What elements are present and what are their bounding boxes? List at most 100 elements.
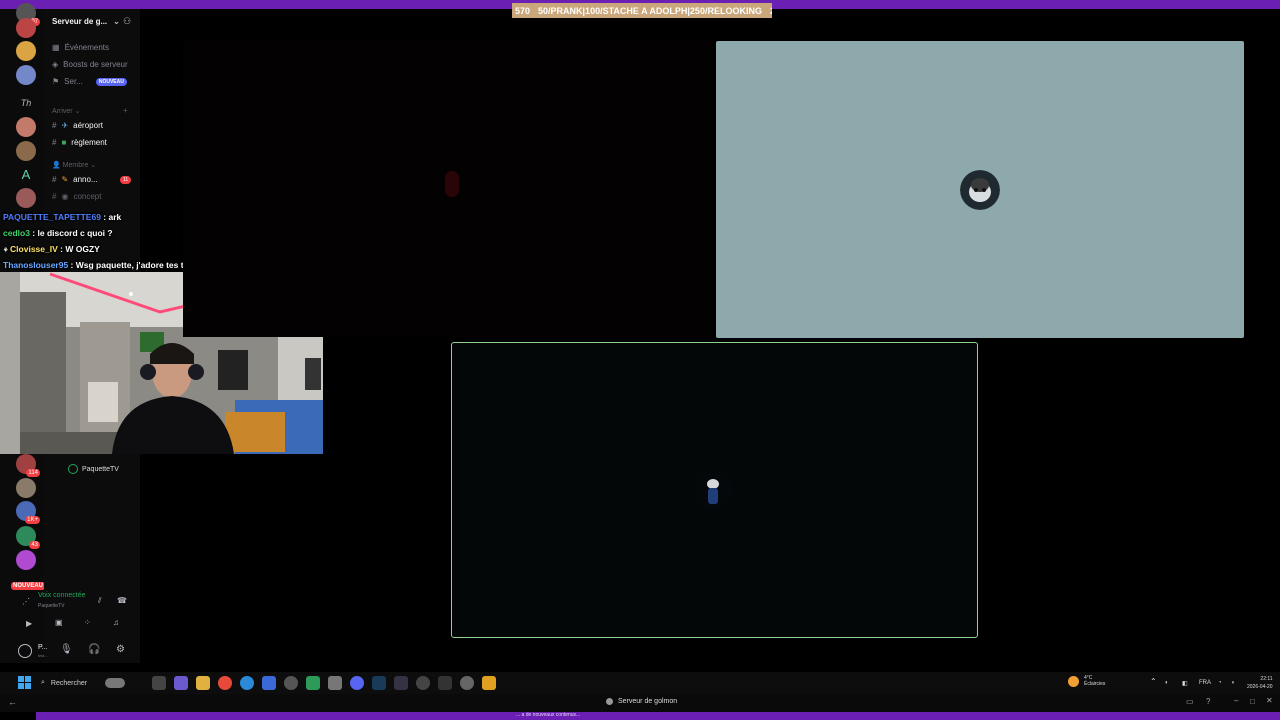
system-clock[interactable]: 22:11 2026-04-20 <box>1247 675 1273 691</box>
user-name: P... <box>38 644 48 651</box>
hashtag-icon: # <box>52 121 57 130</box>
ticker-text: 50/PRANK|100/STACHE A ADOLPH|250/RELOOKI… <box>538 5 762 16</box>
search-highlight-icon <box>105 678 126 688</box>
server-icon-2[interactable] <box>16 41 36 61</box>
avatar[interactable] <box>18 644 32 658</box>
ticker-points: 570 <box>515 5 531 16</box>
soundboard-icon[interactable]: ♫ <box>113 618 119 627</box>
microphone-icon[interactable]: 🎙 <box>60 644 73 655</box>
speaker-icon[interactable]: ◖ <box>1231 680 1235 686</box>
server-guide-item[interactable]: ⚑ Ser... NOUVEAU <box>52 77 127 86</box>
discord-icon[interactable] <box>350 676 364 690</box>
help-icon[interactable]: ? <box>1206 697 1210 706</box>
signal-icon: ⋰ <box>22 597 30 606</box>
boost-icon: ◈ <box>52 60 59 69</box>
wifi-icon[interactable]: ◔ <box>1218 680 1222 686</box>
camera-icon[interactable]: ▶ <box>26 619 32 628</box>
channel-annonces[interactable]: # ✎ anno... <box>52 175 98 184</box>
xbox-icon[interactable] <box>306 676 320 690</box>
chrome-icon[interactable] <box>218 676 232 690</box>
chevron-up-icon[interactable]: ⌃ <box>1150 677 1157 686</box>
steam-icon[interactable] <box>372 676 386 690</box>
chat-text: ark <box>108 212 122 222</box>
rail-new-tag: NOUVEAU <box>11 582 46 590</box>
add-channel-icon[interactable]: + <box>123 106 128 115</box>
hashtag-icon: # <box>52 175 57 184</box>
rules-emoji-icon: ■ <box>61 138 67 147</box>
search-placeholder: Rechercher <box>50 679 88 687</box>
disconnect-icon[interactable]: ☎ <box>117 596 127 605</box>
app-icon[interactable] <box>394 676 408 690</box>
minimize-icon[interactable]: – <box>1234 696 1238 705</box>
avatar <box>693 470 733 510</box>
clock-time: 22:11 <box>1260 676 1273 682</box>
voice-member[interactable]: PaquetteTV <box>68 464 119 474</box>
volume-icon[interactable]: ◧ <box>1182 680 1188 687</box>
person-icon: 👤 <box>52 162 61 169</box>
bottom-bar-text: ... a de nouveaux contenus... <box>516 712 581 718</box>
taskbar-search[interactable]: ⌕ Rechercher <box>36 675 146 691</box>
file-explorer-icon[interactable] <box>196 676 210 690</box>
category-arrive[interactable]: Arriver ⌄ <box>52 107 80 115</box>
rockstar-icon[interactable] <box>482 676 496 690</box>
chat-username: PAQUETTE_TAPETTE69 <box>3 212 101 222</box>
channel-concept[interactable]: # ◉ concept <box>52 192 101 201</box>
voice-member-name: PaquetteTV <box>82 465 119 473</box>
app-icon[interactable] <box>438 676 452 690</box>
participant-tile-1[interactable] <box>716 41 1244 338</box>
network-icon[interactable]: ◐ <box>1165 680 1169 686</box>
weather-widget[interactable]: 4°C Éclaircies <box>1068 675 1105 687</box>
channel-reglement[interactable]: # ■ règlement <box>52 138 107 147</box>
add-member-icon[interactable]: ⚇ <box>123 16 131 27</box>
voice-status[interactable]: Voix connectée <box>38 592 85 599</box>
close-icon[interactable]: ✕ <box>1266 696 1273 705</box>
screen-share-icon[interactable]: ▣ <box>55 618 63 627</box>
server-icon-4[interactable] <box>16 117 36 137</box>
server-icon-7[interactable]: 114 <box>16 454 40 477</box>
stage-background <box>183 41 713 337</box>
server-icon-6[interactable] <box>16 188 36 208</box>
channel-label: aéroport <box>73 121 103 130</box>
gear-icon[interactable]: ⚙ <box>116 644 125 655</box>
participant-tile-2[interactable] <box>451 342 978 638</box>
server-icon-th[interactable]: Th <box>16 93 36 113</box>
hashtag-icon: # <box>52 138 57 147</box>
inbox-icon[interactable]: ▭ <box>1186 697 1194 706</box>
server-icon-1[interactable] <box>16 18 36 38</box>
obs-icon[interactable] <box>416 676 430 690</box>
app-icon[interactable] <box>460 676 474 690</box>
server-icon-11[interactable] <box>16 550 36 570</box>
noise-suppression-icon[interactable]: ⫽ <box>98 596 102 606</box>
boosts-label: Boosts de serveur <box>63 60 128 69</box>
language-indicator[interactable]: FRA <box>1199 680 1211 686</box>
channel-label: anno... <box>73 175 98 184</box>
task-view-icon[interactable] <box>152 676 166 690</box>
chat-text: W OGZY <box>65 244 100 254</box>
activities-icon[interactable]: ⁘ <box>84 618 91 627</box>
headphones-icon[interactable]: 🎧 <box>88 644 100 655</box>
back-arrow-icon[interactable]: ← <box>8 697 17 707</box>
maximize-icon[interactable]: □ <box>1250 697 1255 706</box>
mail-icon[interactable] <box>262 676 276 690</box>
guide-label: Ser... <box>64 77 83 86</box>
server-icon-10[interactable]: 43 <box>16 526 40 549</box>
boosts-item[interactable]: ◈ Boosts de serveur <box>52 60 128 69</box>
app-icon[interactable] <box>174 676 188 690</box>
server-icon-8[interactable] <box>16 478 36 498</box>
server-icon-a[interactable]: A <box>16 165 36 185</box>
events-item[interactable]: ▦ Événements <box>52 43 109 52</box>
server-icon-5[interactable] <box>16 141 36 161</box>
channel-aeroport[interactable]: # ✈ aéroport <box>52 121 103 130</box>
edge-icon[interactable] <box>240 676 254 690</box>
server-header[interactable]: Serveur de g... ⌄ <box>52 17 120 26</box>
category-label: Arriver <box>52 108 73 115</box>
category-members[interactable]: 👤 Membre ⌄ <box>52 161 96 169</box>
server-name: Serveur de g... <box>52 17 108 26</box>
server-icon-9[interactable]: 1K+ <box>16 501 40 524</box>
store-icon[interactable] <box>328 676 342 690</box>
discord-small-icon <box>606 698 613 705</box>
settings-icon[interactable] <box>284 676 298 690</box>
points-ticker: 570 50/PRANK|100/STACHE A ADOLPH|250/REL… <box>512 3 772 18</box>
server-icon-3[interactable] <box>16 65 36 85</box>
windows-start-icon[interactable] <box>18 676 31 689</box>
